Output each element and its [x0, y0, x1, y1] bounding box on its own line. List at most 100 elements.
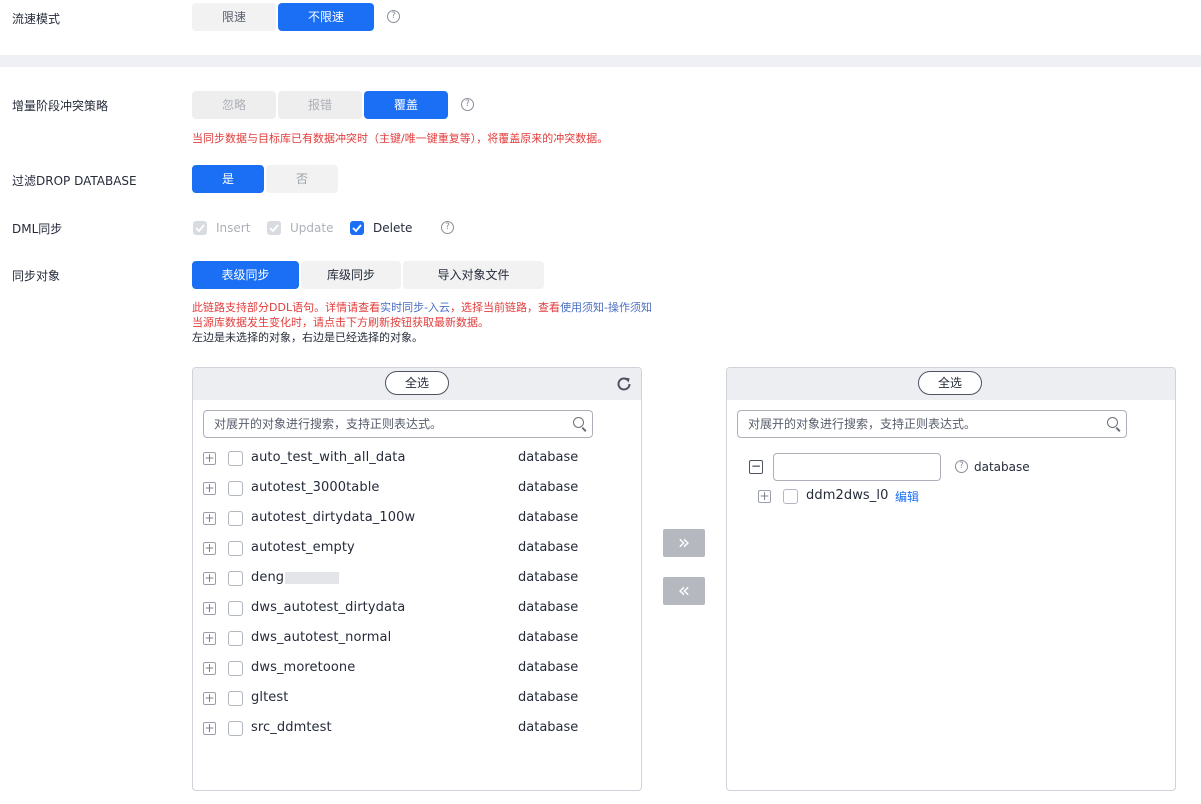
flow-mode-unlimited-button[interactable]: 不限速: [278, 3, 374, 31]
expand-icon[interactable]: +: [203, 452, 216, 465]
help-icon[interactable]: ?: [441, 221, 454, 234]
expand-icon[interactable]: +: [203, 572, 216, 585]
conflict-strategy-label: 增量阶段冲突策略: [12, 99, 109, 113]
search-icon[interactable]: [573, 417, 584, 428]
item-name: gltest: [251, 690, 289, 705]
filter-drop-segment: 是 否: [192, 165, 338, 193]
item-checkbox[interactable]: [228, 511, 243, 526]
item-checkbox[interactable]: [783, 489, 798, 504]
usage-notes-link[interactable]: 使用须知-操作须知: [560, 301, 652, 314]
panel-header: 全选: [727, 368, 1175, 400]
panel-header: 全选: [193, 368, 641, 400]
delete-checkbox[interactable]: [350, 221, 364, 235]
item-type: database: [518, 600, 579, 615]
conflict-strategy-note: 当同步数据与目标库已有数据冲突时（主键/唯一键重复等），将覆盖原来的冲突数据。: [192, 132, 609, 145]
edit-link[interactable]: 编辑: [895, 488, 919, 505]
expand-icon[interactable]: +: [203, 482, 216, 495]
item-checkbox[interactable]: [228, 481, 243, 496]
help-icon[interactable]: ?: [461, 98, 474, 111]
item-type: database: [518, 540, 579, 555]
item-type: database: [518, 690, 579, 705]
group-name-field: [773, 453, 941, 481]
item-type: database: [518, 660, 579, 675]
item-checkbox[interactable]: [228, 691, 243, 706]
item-name: dws_moretoone: [251, 660, 356, 675]
list-item: + dws_moretoone database: [203, 654, 623, 684]
delete-label: Delete: [373, 221, 413, 235]
insert-checkbox: [193, 221, 207, 235]
item-checkbox[interactable]: [228, 541, 243, 556]
group-type: database: [974, 460, 1030, 474]
unselected-panel: 全选 + auto_test_with_all_data database + …: [192, 367, 642, 791]
left-search-input[interactable]: [204, 411, 564, 437]
selected-panel: 全选 − ? database + ddm2dws_l0 编辑: [726, 367, 1176, 791]
expand-icon[interactable]: +: [203, 722, 216, 735]
sync-object-tabs: 表级同步 库级同步 导入对象文件: [192, 261, 544, 289]
item-name: autotest_empty: [251, 540, 355, 555]
conflict-strategy-segment: 忽略 报错 覆盖: [192, 91, 448, 119]
help-icon[interactable]: ?: [955, 460, 968, 473]
list-item: + autotest_empty database: [203, 534, 623, 564]
item-name: dws_autotest_normal: [251, 630, 392, 645]
filter-drop-label: 过滤DROP DATABASE: [12, 174, 137, 188]
flow-mode-label: 流速模式: [12, 12, 61, 26]
dml-sync-label: DML同步: [12, 222, 63, 236]
item-checkbox[interactable]: [228, 721, 243, 736]
flow-mode-limited-button[interactable]: 限速: [192, 3, 276, 31]
item-checkbox[interactable]: [228, 451, 243, 466]
expand-icon[interactable]: +: [203, 512, 216, 525]
expand-icon[interactable]: +: [203, 602, 216, 615]
select-all-button[interactable]: 全选: [385, 371, 449, 395]
item-checkbox[interactable]: [228, 631, 243, 646]
help-icon[interactable]: ?: [387, 10, 400, 23]
item-name: ddm2dws_l0: [806, 488, 889, 503]
list-item: + autotest_3000table database: [203, 474, 623, 504]
item-checkbox[interactable]: [228, 571, 243, 586]
filter-drop-yes-button[interactable]: 是: [192, 165, 264, 193]
tab-db-sync[interactable]: 库级同步: [301, 261, 401, 289]
item-name-wrapper: deng: [251, 570, 340, 585]
realtime-sync-link[interactable]: 实时同步-入云: [380, 301, 450, 314]
list-item: + dws_autotest_normal database: [203, 624, 623, 654]
item-name: src_ddmtest: [251, 720, 332, 735]
expand-icon[interactable]: +: [758, 490, 771, 503]
expand-icon[interactable]: +: [203, 632, 216, 645]
group-name-input[interactable]: [774, 454, 940, 480]
list-item: + gltest database: [203, 684, 623, 714]
notice-text: 此链路支持部分DDL语句。详情请查看: [192, 301, 381, 314]
refresh-icon[interactable]: [615, 375, 633, 393]
expand-icon[interactable]: +: [203, 692, 216, 705]
move-right-button[interactable]: »: [663, 529, 705, 557]
filter-drop-no-button[interactable]: 否: [266, 165, 338, 193]
move-left-button[interactable]: «: [663, 577, 705, 605]
conflict-overwrite-button[interactable]: 覆盖: [364, 91, 448, 119]
tab-table-sync[interactable]: 表级同步: [192, 261, 299, 289]
item-type: database: [518, 450, 579, 465]
left-search-box: [203, 410, 593, 438]
update-checkbox: [267, 221, 281, 235]
item-name: autotest_3000table: [251, 480, 380, 495]
list-item: + ddm2dws_l0 编辑: [758, 482, 1058, 512]
collapse-icon[interactable]: −: [749, 460, 763, 474]
item-checkbox[interactable]: [228, 601, 243, 616]
right-search-input[interactable]: [738, 411, 1098, 437]
item-checkbox[interactable]: [228, 661, 243, 676]
tab-import-file[interactable]: 导入对象文件: [403, 261, 544, 289]
expand-icon[interactable]: +: [203, 542, 216, 555]
insert-label: Insert: [216, 221, 251, 235]
sync-notice: 此链路支持部分DDL语句。详情请查看实时同步-入云，选择当前链路，查看使用须知-…: [192, 300, 652, 345]
item-name: auto_test_with_all_data: [251, 450, 406, 465]
update-label: Update: [290, 221, 334, 235]
conflict-ignore-button: 忽略: [192, 91, 276, 119]
search-icon[interactable]: [1107, 417, 1118, 428]
conflict-error-button: 报错: [278, 91, 362, 119]
item-name: deng: [251, 570, 285, 585]
redacted-text: [285, 571, 340, 584]
select-all-button[interactable]: 全选: [918, 371, 982, 395]
expand-icon[interactable]: +: [203, 662, 216, 675]
panel-hint: 左边是未选择的对象，右边是已经选择的对象。: [192, 331, 423, 344]
item-type: database: [518, 480, 579, 495]
list-item: + deng database: [203, 564, 623, 594]
item-type: database: [518, 510, 579, 525]
right-search-box: [737, 410, 1127, 438]
